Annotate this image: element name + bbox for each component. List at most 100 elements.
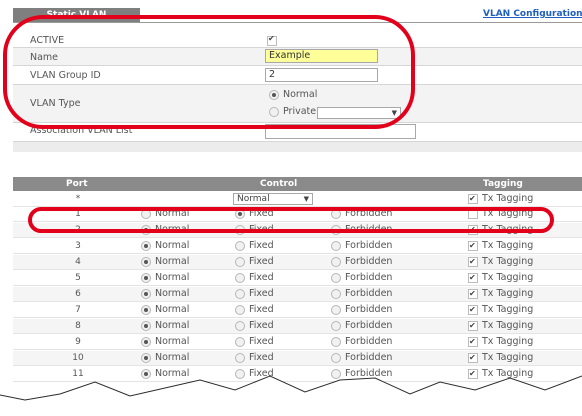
fixed-label: Fixed (249, 272, 274, 283)
tx-tagging-checkbox[interactable] (468, 255, 478, 269)
control-option-forbidden[interactable]: Forbidden (331, 239, 392, 253)
control-option-fixed[interactable]: Fixed (235, 303, 274, 317)
port-cell: 7 (75, 305, 81, 315)
normal-radio[interactable] (141, 257, 151, 267)
table-row: 6 Normal Fixed Forbidden Tx Tagging (13, 287, 582, 302)
tx-tagging-label: Tx Tagging (482, 320, 534, 331)
tagging-all[interactable]: Tx Tagging (468, 192, 533, 206)
tx-tagging-label: Tx Tagging (482, 336, 534, 347)
control-option-normal[interactable]: Normal (141, 319, 189, 333)
tx-tagging-checkbox[interactable] (468, 287, 478, 301)
tagging-cell[interactable]: Tx Tagging (468, 319, 533, 333)
tx-tagging-checkbox[interactable] (468, 335, 478, 349)
tx-tagging-checkbox[interactable] (468, 303, 478, 317)
tagging-cell[interactable]: Tx Tagging (468, 351, 533, 365)
tagging-cell[interactable]: Tx Tagging (468, 271, 533, 285)
normal-radio[interactable] (141, 289, 151, 299)
forbidden-radio[interactable] (331, 305, 341, 315)
highlight-oval-form (3, 15, 415, 129)
header-control: Control (260, 179, 298, 189)
table-row: 4 Normal Fixed Forbidden Tx Tagging (13, 255, 582, 270)
normal-label: Normal (155, 288, 190, 299)
control-option-forbidden[interactable]: Forbidden (331, 319, 392, 333)
control-option-normal[interactable]: Normal (141, 287, 189, 301)
control-option-forbidden[interactable]: Forbidden (331, 335, 392, 349)
separator-band (13, 142, 582, 152)
tx-tagging-checkbox[interactable] (468, 319, 478, 333)
fixed-radio[interactable] (235, 305, 245, 315)
forbidden-radio[interactable] (331, 353, 341, 363)
control-option-fixed[interactable]: Fixed (235, 271, 274, 285)
fixed-radio[interactable] (235, 273, 245, 283)
normal-label: Normal (155, 352, 190, 363)
control-option-fixed[interactable]: Fixed (235, 239, 274, 253)
forbidden-label: Forbidden (345, 256, 393, 267)
normal-radio[interactable] (141, 321, 151, 331)
tagging-cell[interactable]: Tx Tagging (468, 239, 533, 253)
fixed-radio[interactable] (235, 289, 245, 299)
normal-label: Normal (155, 240, 190, 251)
fixed-radio[interactable] (235, 321, 245, 331)
tx-tagging-checkbox[interactable] (468, 239, 478, 253)
normal-radio[interactable] (141, 353, 151, 363)
header-port: Port (66, 179, 88, 189)
fixed-radio[interactable] (235, 353, 245, 363)
fixed-label: Fixed (249, 288, 274, 299)
tagging-cell[interactable]: Tx Tagging (468, 335, 533, 349)
table-row: 10 Normal Fixed Forbidden Tx Tagging (13, 351, 582, 366)
control-option-normal[interactable]: Normal (141, 335, 189, 349)
tagging-cell[interactable]: Tx Tagging (468, 255, 533, 269)
forbidden-radio[interactable] (331, 321, 341, 331)
port-cell: 9 (75, 337, 81, 347)
fixed-label: Fixed (249, 336, 274, 347)
control-option-fixed[interactable]: Fixed (235, 351, 274, 365)
tx-tagging-all-checkbox[interactable] (468, 192, 478, 206)
forbidden-radio[interactable] (331, 337, 341, 347)
tx-tagging-checkbox[interactable] (468, 351, 478, 365)
control-option-fixed[interactable]: Fixed (235, 287, 274, 301)
tx-tagging-label: Tx Tagging (482, 352, 534, 363)
control-option-normal[interactable]: Normal (141, 351, 189, 365)
tx-tagging-checkbox[interactable] (468, 271, 478, 285)
control-all-select[interactable]: Normal ▼ (233, 193, 313, 205)
control-option-forbidden[interactable]: Forbidden (331, 303, 392, 317)
normal-radio[interactable] (141, 305, 151, 315)
normal-radio[interactable] (141, 241, 151, 251)
control-option-normal[interactable]: Normal (141, 255, 189, 269)
tx-tagging-label: Tx Tagging (482, 193, 534, 204)
control-option-normal[interactable]: Normal (141, 271, 189, 285)
port-cell: 3 (75, 241, 81, 251)
control-option-forbidden[interactable]: Forbidden (331, 255, 392, 269)
fixed-radio[interactable] (235, 257, 245, 267)
control-option-normal[interactable]: Normal (141, 303, 189, 317)
normal-radio[interactable] (141, 273, 151, 283)
normal-label: Normal (155, 320, 190, 331)
highlight-oval-port1 (28, 207, 554, 233)
forbidden-label: Forbidden (345, 288, 393, 299)
fixed-radio[interactable] (235, 337, 245, 347)
control-option-forbidden[interactable]: Forbidden (331, 351, 392, 365)
control-option-forbidden[interactable]: Forbidden (331, 271, 392, 285)
control-option-fixed[interactable]: Fixed (235, 255, 274, 269)
forbidden-radio[interactable] (331, 289, 341, 299)
vlan-configuration-link[interactable]: VLAN Configuration (483, 9, 582, 19)
fixed-radio[interactable] (235, 241, 245, 251)
forbidden-label: Forbidden (345, 240, 393, 251)
tagging-cell[interactable]: Tx Tagging (468, 303, 533, 317)
forbidden-radio[interactable] (331, 241, 341, 251)
control-option-fixed[interactable]: Fixed (235, 319, 274, 333)
forbidden-radio[interactable] (331, 273, 341, 283)
tagging-cell[interactable]: Tx Tagging (468, 287, 533, 301)
control-option-normal[interactable]: Normal (141, 239, 189, 253)
normal-radio[interactable] (141, 337, 151, 347)
control-option-fixed[interactable]: Fixed (235, 335, 274, 349)
port-cell: * (75, 194, 81, 204)
control-all-value: Normal (237, 194, 270, 204)
control-option-forbidden[interactable]: Forbidden (331, 287, 392, 301)
normal-label: Normal (155, 272, 190, 283)
fixed-label: Fixed (249, 240, 274, 251)
forbidden-label: Forbidden (345, 320, 393, 331)
forbidden-radio[interactable] (331, 257, 341, 267)
table-row: 7 Normal Fixed Forbidden Tx Tagging (13, 303, 582, 318)
port-cell: 5 (75, 273, 81, 283)
